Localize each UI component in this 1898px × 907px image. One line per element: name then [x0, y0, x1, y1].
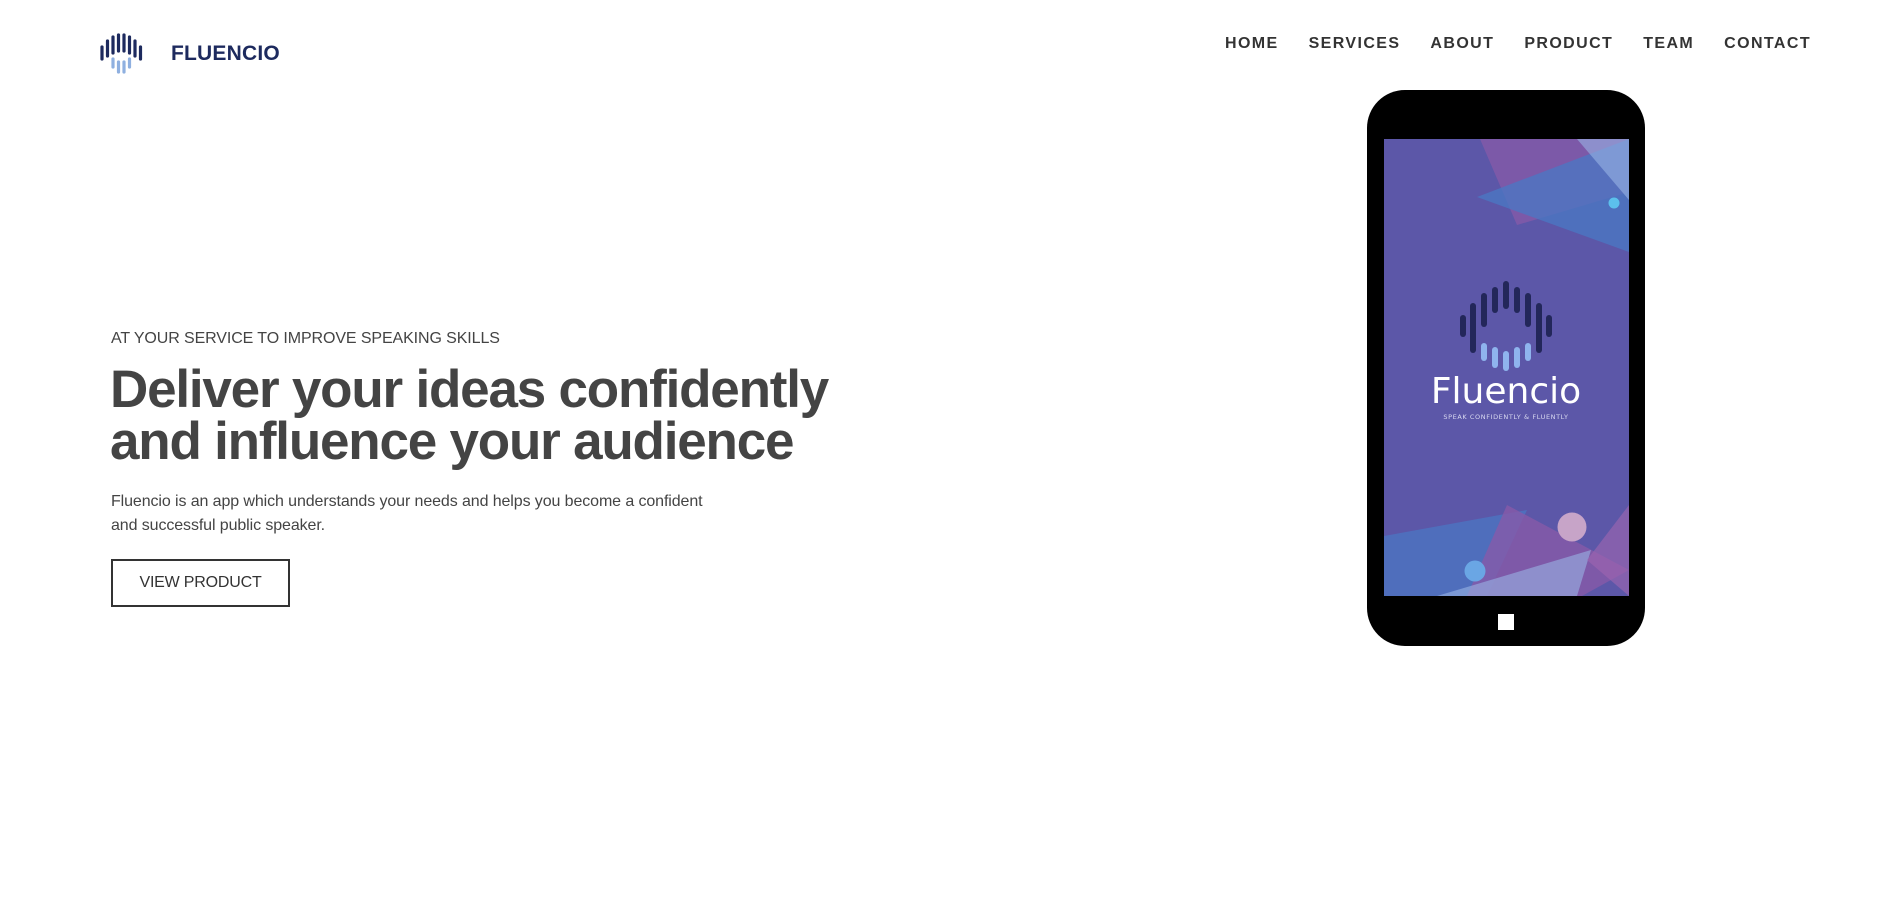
nav-product-link[interactable]: PRODUCT [1524, 33, 1613, 55]
hero-headline-line1: Deliver your ideas confidently [110, 360, 829, 419]
hero-lead-line2: and successful public speaker. [111, 516, 326, 534]
phone-app-name: Fluencio [1431, 371, 1581, 412]
hero-lead: Fluencio is an app which understands you… [111, 490, 711, 537]
nav-about-link[interactable]: ABOUT [1430, 33, 1494, 55]
nav-services-link[interactable]: SERVICES [1309, 33, 1401, 55]
hero-lead-line1: Fluencio is an app which understands you… [111, 493, 703, 510]
main-nav: HOME SERVICES ABOUT PRODUCT TEAM CONTACT [1195, 33, 1811, 55]
brand-name: FLUENCIO [171, 42, 280, 65]
hero-eyebrow: AT YOUR SERVICE TO IMPROVE SPEAKING SKIL… [111, 330, 500, 347]
sound-wave-logo-icon [100, 33, 143, 74]
hero-headline-line2: and influence your audience [110, 412, 794, 471]
nav-team-link[interactable]: TEAM [1643, 33, 1694, 55]
nav-home-link[interactable]: HOME [1225, 33, 1279, 55]
phone-tagline: SPEAK CONFIDENTLY & FLUENTLY [1443, 413, 1568, 421]
view-product-button[interactable]: VIEW PRODUCT [111, 559, 290, 607]
nav-contact-link[interactable]: CONTACT [1724, 33, 1811, 55]
phone-mockup: Fluencio SPEAK CONFIDENTLY & FLUENTLY [1367, 90, 1645, 646]
hero-headline: Deliver your ideas confidently and influ… [110, 363, 830, 471]
phone-home-button[interactable] [1498, 614, 1514, 630]
brand[interactable]: FLUENCIO [99, 32, 280, 76]
